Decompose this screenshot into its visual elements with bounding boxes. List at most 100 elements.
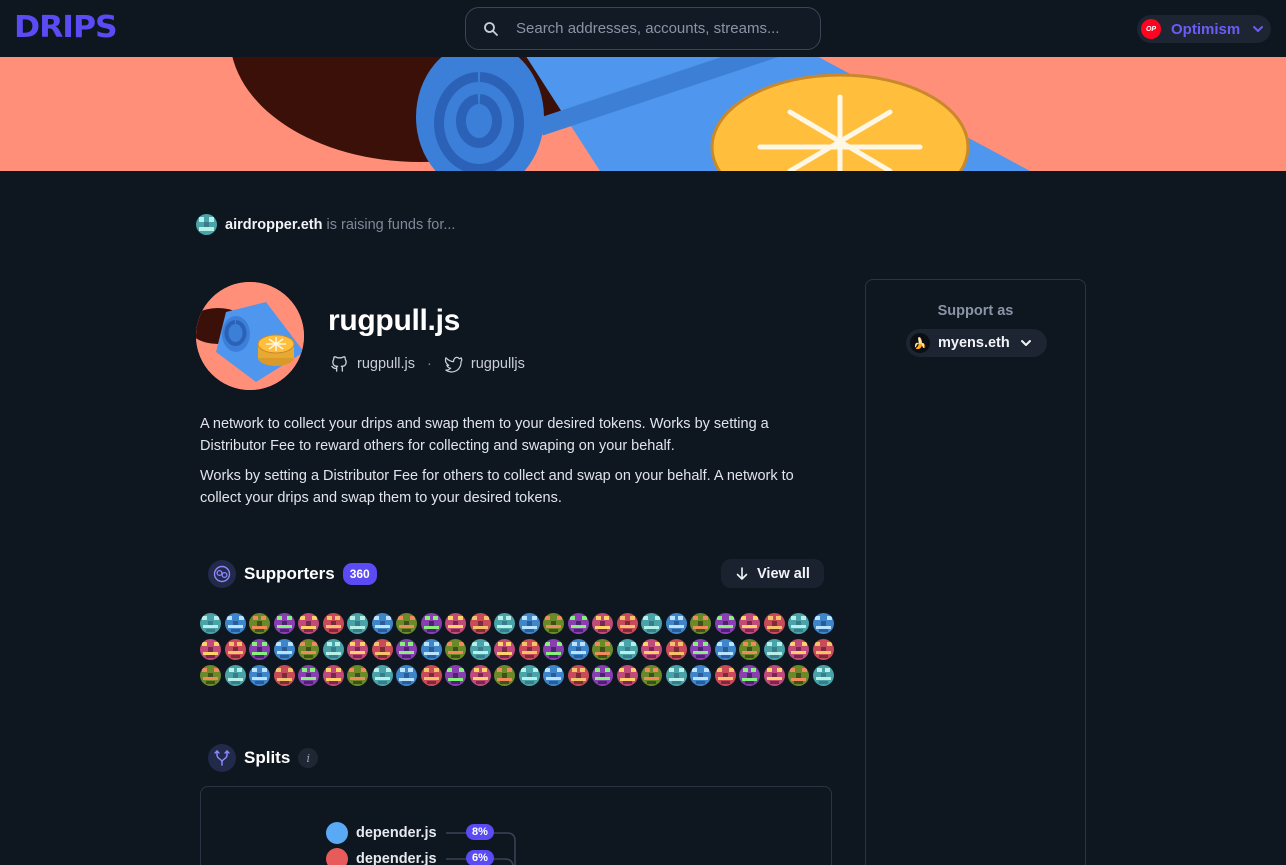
supporter-avatar[interactable] [371, 639, 393, 660]
supporter-avatar[interactable] [641, 639, 662, 660]
split-avatar [326, 822, 348, 844]
view-all-button[interactable]: View all [721, 559, 824, 588]
supporter-avatar[interactable] [445, 613, 466, 634]
supporter-avatar[interactable] [812, 665, 834, 686]
search-input[interactable] [516, 20, 806, 37]
supporter-avatar[interactable] [396, 665, 417, 686]
search-bar[interactable] [465, 7, 821, 50]
supporter-avatar[interactable] [420, 639, 442, 660]
supporter-avatar[interactable] [567, 665, 589, 686]
supporter-avatar[interactable] [714, 613, 736, 634]
supporter-avatar[interactable] [788, 639, 809, 660]
supporter-avatar[interactable] [200, 639, 221, 660]
supporters-icon [208, 560, 236, 588]
supporter-avatar[interactable] [567, 639, 589, 660]
supporter-avatar[interactable] [494, 639, 515, 660]
supporters-title: Supporters [244, 564, 335, 583]
supporter-avatar[interactable] [592, 639, 613, 660]
supporter-avatar[interactable] [690, 613, 711, 634]
supporter-avatar[interactable] [518, 613, 540, 634]
supporter-avatar[interactable] [739, 639, 760, 660]
supporter-avatar[interactable] [273, 613, 295, 634]
supporter-avatar[interactable] [224, 639, 246, 660]
supporter-avatar[interactable] [298, 639, 319, 660]
supporter-avatar[interactable] [371, 665, 393, 686]
split-item[interactable]: depender.js [326, 848, 437, 865]
chevron-down-icon [1253, 26, 1264, 32]
supporter-avatar[interactable] [200, 665, 221, 686]
supporters-grid [200, 613, 840, 691]
supporter-avatar[interactable] [567, 613, 589, 634]
split-item[interactable]: depender.js [326, 822, 437, 844]
supporter-avatar[interactable] [592, 613, 613, 634]
supporter-avatar[interactable] [788, 613, 809, 634]
supporter-avatar[interactable] [518, 665, 540, 686]
supporter-avatar[interactable] [322, 639, 344, 660]
supporter-avatar[interactable] [641, 613, 662, 634]
project-title: rugpull.js [328, 304, 461, 337]
supporter-avatar[interactable] [543, 639, 564, 660]
supporter-avatar[interactable] [273, 665, 295, 686]
info-icon[interactable]: i [298, 748, 319, 768]
supporter-avatar[interactable] [322, 665, 344, 686]
supporter-avatar[interactable] [812, 613, 834, 634]
supporter-avatar[interactable] [420, 613, 442, 634]
supporter-avatar[interactable] [739, 665, 760, 686]
supporter-avatar[interactable] [249, 665, 270, 686]
supporter-avatar[interactable] [224, 665, 246, 686]
supporter-avatar[interactable] [347, 665, 368, 686]
supporter-avatar[interactable] [665, 665, 687, 686]
supporter-avatar[interactable] [690, 639, 711, 660]
supporter-avatar[interactable] [641, 665, 662, 686]
supporter-avatar[interactable] [469, 613, 491, 634]
supporter-avatar[interactable] [396, 613, 417, 634]
owner-name[interactable]: airdropper.eth [225, 217, 323, 233]
supporter-avatar[interactable] [592, 665, 613, 686]
supporter-avatar[interactable] [616, 613, 638, 634]
drips-logo[interactable]: DRIPS [14, 13, 118, 43]
supporter-avatar[interactable] [249, 613, 270, 634]
supporter-avatar[interactable] [298, 665, 319, 686]
supporter-avatar[interactable] [396, 639, 417, 660]
supporter-avatar[interactable] [322, 613, 344, 634]
supporter-avatar[interactable] [714, 665, 736, 686]
supporter-avatar[interactable] [616, 639, 638, 660]
supporter-avatar[interactable] [714, 639, 736, 660]
supporter-avatar[interactable] [445, 665, 466, 686]
supporter-avatar[interactable] [690, 665, 711, 686]
supporter-avatar[interactable] [200, 613, 221, 634]
supporter-avatar[interactable] [469, 639, 491, 660]
supporter-avatar[interactable] [518, 639, 540, 660]
network-selector[interactable]: OP Optimism [1137, 15, 1271, 43]
supporter-avatar[interactable] [665, 639, 687, 660]
supporter-avatar[interactable] [788, 665, 809, 686]
supporter-avatar[interactable] [494, 613, 515, 634]
supporter-avatar[interactable] [812, 639, 834, 660]
supporter-avatar[interactable] [445, 639, 466, 660]
supporter-avatar[interactable] [298, 613, 319, 634]
supporter-avatar[interactable] [371, 613, 393, 634]
supporter-avatar[interactable] [347, 613, 368, 634]
identity-selector[interactable]: 🍌 myens.eth [906, 329, 1047, 357]
supporter-avatar[interactable] [249, 639, 270, 660]
splits-header: Splits i [208, 744, 319, 772]
owner-avatar[interactable] [196, 214, 217, 235]
supporters-header: Supporters 360 [208, 560, 377, 588]
supporter-avatar[interactable] [763, 665, 785, 686]
supporter-avatar[interactable] [543, 613, 564, 634]
supporter-avatar[interactable] [420, 665, 442, 686]
supporter-avatar[interactable] [739, 613, 760, 634]
supporter-avatar[interactable] [469, 665, 491, 686]
supporter-avatar[interactable] [543, 665, 564, 686]
github-link[interactable]: rugpull.js [357, 356, 415, 372]
supporter-avatar[interactable] [494, 665, 515, 686]
supporter-avatar[interactable] [224, 613, 246, 634]
supporter-avatar[interactable] [763, 613, 785, 634]
supporter-avatar[interactable] [273, 639, 295, 660]
supporter-avatar[interactable] [347, 639, 368, 660]
github-icon [331, 356, 347, 372]
supporter-avatar[interactable] [665, 613, 687, 634]
supporter-avatar[interactable] [763, 639, 785, 660]
twitter-link[interactable]: rugpulljs [471, 356, 525, 372]
supporter-avatar[interactable] [616, 665, 638, 686]
